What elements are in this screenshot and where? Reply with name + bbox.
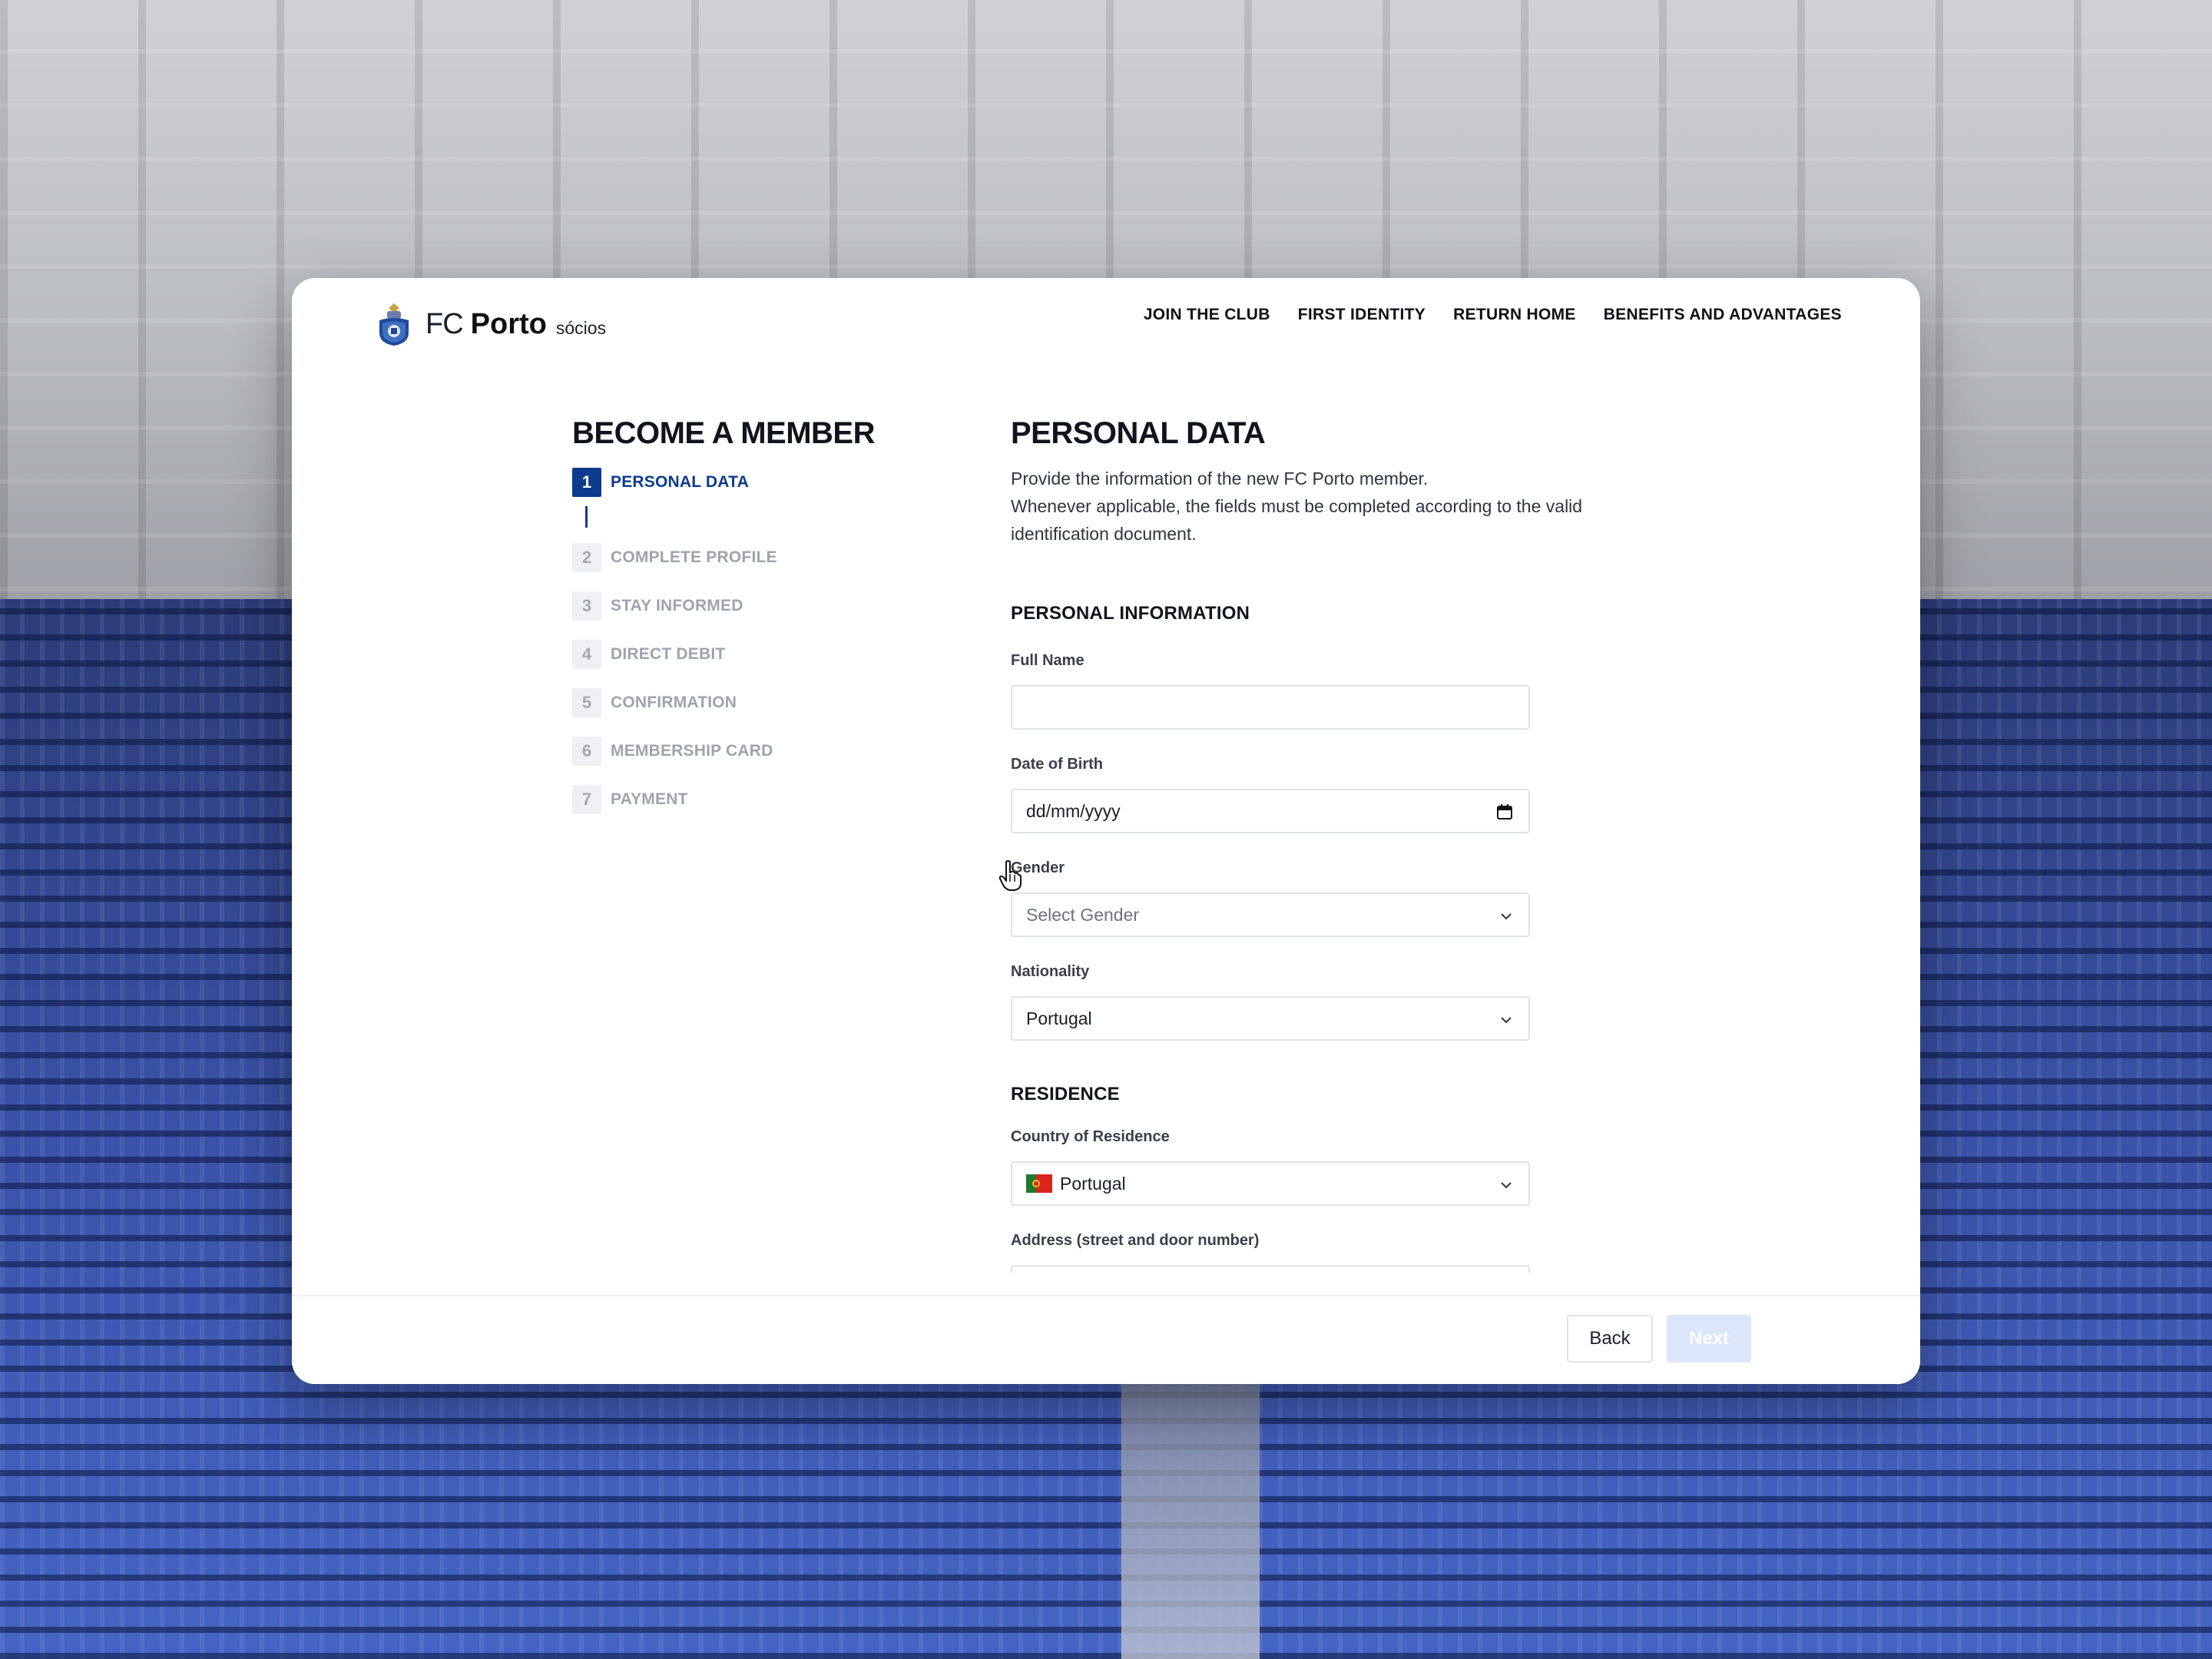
main-nav: JOIN THE CLUB FIRST IDENTITY RETURN HOME… [1144,306,1842,324]
nav-first-identity[interactable]: FIRST IDENTITY [1298,306,1426,324]
step-label: COMPLETE PROFILE [611,548,777,566]
address-input[interactable] [1011,1265,1530,1273]
gender-label: Gender [1011,859,1065,876]
chevron-down-icon [1501,1017,1512,1024]
step-number: 1 [572,468,601,497]
chevron-down-icon [1501,913,1512,920]
brand-fc-text: FC [426,307,464,340]
intro-line-2: Whenever applicable, the fields must be … [1011,496,1583,544]
country-of-residence-select[interactable]: Portugal [1011,1161,1530,1206]
date-of-birth-placeholder: dd/mm/yyyy [1026,800,1121,821]
step-complete-profile[interactable]: 2 COMPLETE PROFILE [572,543,941,572]
gender-placeholder: Select Gender [1026,904,1140,925]
membership-stepper: BECOME A MEMBER 1 PERSONAL DATA 2 COMPLE… [572,416,941,814]
stadium-aisle [1121,1382,1260,1659]
step-confirmation[interactable]: 5 CONFIRMATION [572,688,941,717]
section-personal-information: PERSONAL INFORMATION [1011,603,1250,624]
chevron-down-icon [1501,1182,1512,1189]
next-button[interactable]: Next [1667,1315,1751,1363]
step-number: 5 [572,688,601,717]
nationality-label: Nationality [1011,963,1090,980]
full-name-input[interactable] [1011,685,1530,730]
step-number: 3 [572,591,601,621]
step-payment[interactable]: 7 PAYMENT [572,785,941,814]
form-title: PERSONAL DATA [1011,416,1266,450]
nationality-select[interactable]: Portugal [1011,996,1530,1041]
stepper-title: BECOME A MEMBER [572,416,875,450]
back-button[interactable]: Back [1567,1315,1653,1363]
section-residence: RESIDENCE [1011,1084,1120,1104]
brand-socios-text: sócios [555,317,607,338]
nav-join-the-club[interactable]: JOIN THE CLUB [1144,306,1270,324]
step-number: 7 [572,785,601,814]
nationality-value: Portugal [1026,1008,1092,1028]
country-of-residence-value: Portugal [1060,1173,1126,1194]
calendar-icon[interactable] [1496,803,1513,820]
date-of-birth-input[interactable]: dd/mm/yyyy [1011,789,1530,833]
intro-line-1: Provide the information of the new FC Po… [1011,469,1429,488]
nav-benefits-and-advantages[interactable]: BENEFITS AND ADVANTAGES [1604,306,1842,324]
step-number: 4 [572,640,601,669]
top-navigation-bar: FC Porto sócios JOIN THE CLUB FIRST IDEN… [292,278,1920,363]
country-of-residence-label: Country of Residence [1011,1128,1170,1145]
personal-data-form: PERSONAL DATA Provide the information of… [1011,416,1625,1273]
fc-porto-crest-icon [379,303,409,346]
full-name-label: Full Name [1011,652,1084,669]
date-of-birth-label: Date of Birth [1011,756,1103,773]
step-label: PAYMENT [611,790,688,808]
step-label: STAY INFORMED [611,597,743,614]
step-number: 6 [572,737,601,766]
gender-select[interactable]: Select Gender [1011,892,1530,937]
nav-return-home[interactable]: RETURN HOME [1453,306,1576,324]
brand-porto-text: Porto [470,307,547,340]
step-stay-informed[interactable]: 3 STAY INFORMED [572,591,941,621]
step-label: CONFIRMATION [611,694,737,711]
address-label: Address (street and door number) [1011,1232,1260,1249]
step-membership-card[interactable]: 6 MEMBERSHIP CARD [572,737,941,766]
step-label: MEMBERSHIP CARD [611,742,773,760]
signup-modal: FC Porto sócios JOIN THE CLUB FIRST IDEN… [292,278,1920,1384]
form-footer: Back Next [292,1295,1920,1384]
form-intro: Provide the information of the new FC Po… [1011,465,1618,548]
step-label: DIRECT DEBIT [611,645,726,663]
step-progress-connector [585,506,588,528]
step-direct-debit[interactable]: 4 DIRECT DEBIT [572,640,941,669]
step-number: 2 [572,543,601,572]
portugal-flag-icon [1026,1174,1052,1193]
brand-logo[interactable]: FC Porto sócios [376,301,606,347]
step-personal-data[interactable]: 1 PERSONAL DATA [572,468,941,497]
step-label: PERSONAL DATA [611,473,749,491]
